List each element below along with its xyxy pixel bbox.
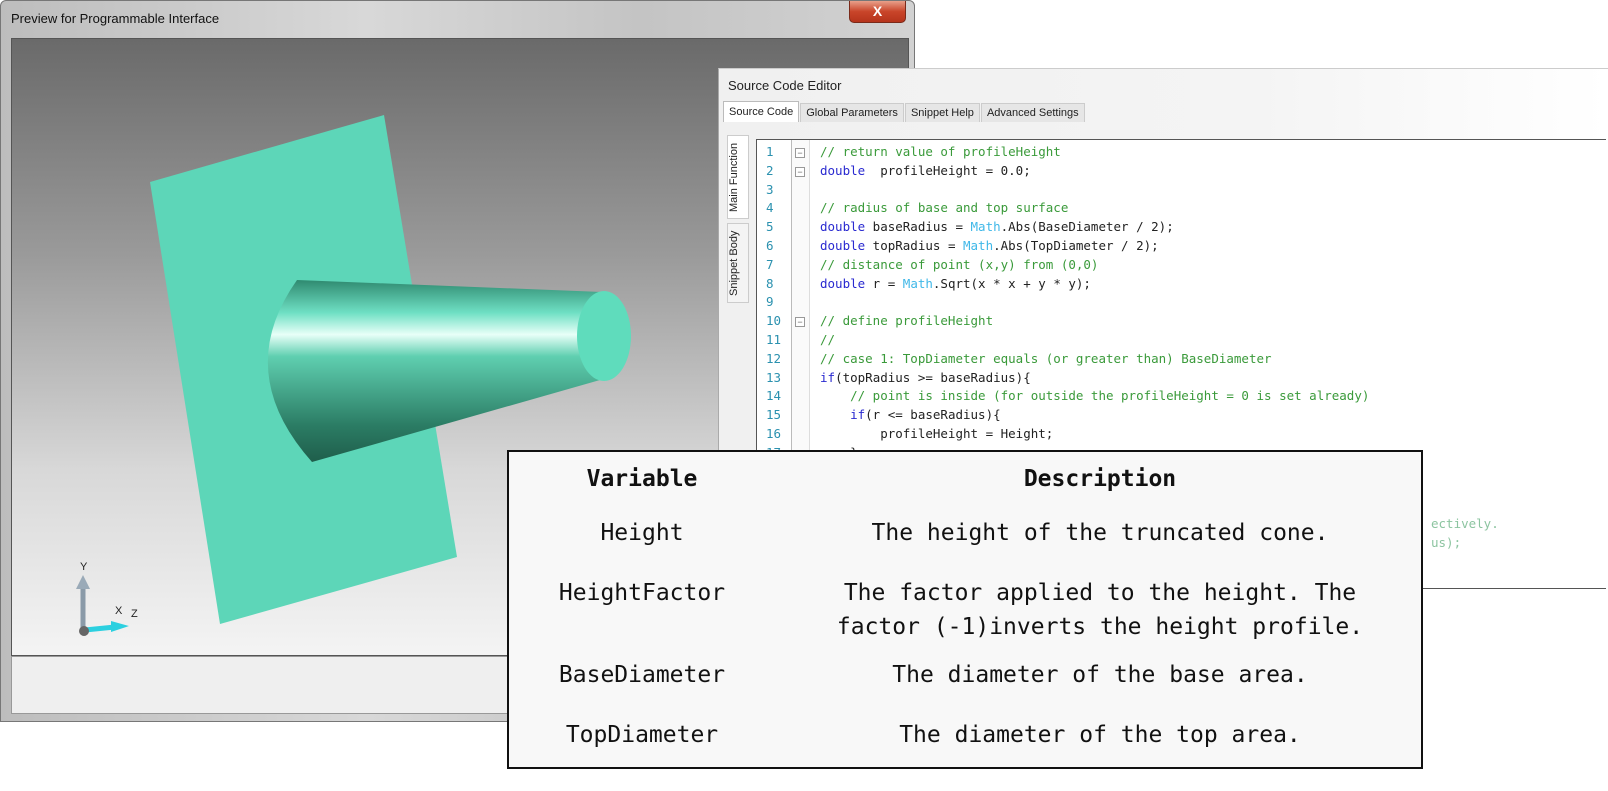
tab-advanced-settings[interactable]: Advanced Settings	[980, 103, 1085, 122]
code-line: if(r <= baseRadius){	[820, 407, 1001, 422]
code-token: .Sqrt(x * x + y * y);	[932, 275, 1091, 291]
description-line: The height of the truncated cone.	[871, 520, 1329, 546]
code-token: double	[820, 162, 866, 178]
code-line: // distance of point (x,y) from (0,0)	[820, 257, 1098, 272]
code-token: profileHeight = 0.0;	[865, 162, 1031, 178]
code-token: if	[820, 369, 836, 385]
line-number: 13	[766, 369, 782, 385]
code-token: //	[820, 332, 836, 347]
line-number: 1	[766, 144, 774, 159]
line-number: 2	[766, 162, 774, 178]
axis-indicator: Y X Z	[67, 557, 157, 642]
description-line: The diameter of the base area.	[892, 662, 1308, 688]
axis-x-label: X	[115, 605, 123, 617]
line-number: 7	[766, 256, 774, 272]
variable-name: BaseDiameter	[558, 662, 726, 688]
code-token: double	[820, 219, 866, 235]
code-line: // radius of base and top surface	[820, 200, 1068, 215]
line-number: 11	[766, 332, 782, 347]
code-fragment: us);	[1431, 535, 1462, 550]
description-line: The diameter of the top area.	[899, 722, 1301, 748]
code-token: double	[820, 275, 866, 291]
line-number: 14	[766, 388, 782, 404]
axis-z-label: Z	[131, 608, 138, 620]
code-token: baseRadius =	[865, 219, 971, 235]
code-token: r =	[865, 275, 903, 291]
variable-name: Height	[600, 520, 684, 546]
editor-tabs: Source Code Global Parameters Snippet He…	[723, 101, 1086, 122]
line-number: 10	[766, 313, 782, 329]
tab-global-parameters[interactable]: Global Parameters	[800, 103, 904, 122]
variable-description: The factor applied to the height. The fac…	[775, 576, 1425, 644]
code-token: double	[820, 238, 866, 253]
code-fragment: ectively.	[1431, 516, 1499, 531]
code-token: // radius of base and top surface	[820, 200, 1069, 216]
code-token: (topRadius >= baseRadius){	[835, 369, 1031, 385]
code-token: // define profileHeight	[820, 313, 994, 329]
fold-toggle-icon[interactable]: −	[795, 317, 805, 328]
side-tab-snippet-body[interactable]: Snippet Body	[727, 223, 749, 303]
fold-toggle-icon[interactable]: −	[795, 166, 805, 177]
cone-top-cap	[577, 291, 631, 381]
code-token: Math	[963, 238, 994, 253]
line-number: 6	[766, 238, 774, 253]
editor-title: Source Code Editor	[728, 78, 842, 93]
code-token: // point is inside (for outside the prof…	[820, 388, 1370, 404]
description-line: The factor applied to the height. The	[843, 580, 1357, 606]
variable-description: The diameter of the top area.	[775, 718, 1425, 752]
line-number: 4	[766, 200, 774, 216]
variable-description: The diameter of the base area.	[775, 658, 1425, 692]
code-line: double r = Math.Sqrt(x * x + y * y);	[820, 276, 1091, 291]
variable-description: The height of the truncated cone.	[775, 516, 1425, 550]
line-number: 16	[766, 426, 782, 441]
code-token: Math	[902, 275, 933, 291]
code-token: // return value of profileHeight	[820, 144, 1061, 159]
code-line: if(topRadius >= baseRadius){	[820, 370, 1031, 385]
code-token: // distance of point (x,y) from (0,0)	[820, 256, 1099, 272]
line-number: 5	[766, 219, 774, 235]
code-token: profileHeight = Height;	[820, 426, 1054, 441]
code-token: // case 1: TopDiameter equals (or greate…	[820, 350, 1272, 366]
line-number: 12	[766, 350, 782, 366]
code-token: .Abs(TopDiameter / 2);	[993, 238, 1159, 253]
code-line: profileHeight = Height;	[820, 426, 1053, 441]
variable-name: HeightFactor	[558, 580, 726, 606]
code-token: if	[820, 407, 866, 423]
fold-toggle-icon[interactable]: −	[795, 148, 805, 158]
code-line: // point is inside (for outside the prof…	[820, 388, 1369, 403]
code-token: .Abs(BaseDiameter / 2);	[1000, 219, 1174, 235]
code-line: double topRadius = Math.Abs(TopDiameter …	[820, 238, 1159, 253]
code-line: //	[820, 332, 835, 347]
code-token: topRadius =	[865, 238, 963, 253]
code-token: Math	[970, 219, 1001, 235]
line-number: 3	[766, 181, 774, 197]
code-token: (r <= baseRadius){	[865, 407, 1001, 423]
code-line: // case 1: TopDiameter equals (or greate…	[820, 351, 1272, 366]
header-description: Description	[1023, 466, 1177, 492]
code-line: double baseRadius = Math.Abs(BaseDiamete…	[820, 219, 1174, 234]
code-line: double profileHeight = 0.0;	[820, 163, 1031, 178]
line-number: 8	[766, 275, 774, 291]
header-variable: Variable	[586, 466, 698, 492]
tab-snippet-help[interactable]: Snippet Help	[904, 103, 980, 122]
side-tab-main-function[interactable]: Main Function	[727, 135, 749, 219]
variable-name: TopDiameter	[565, 722, 719, 748]
code-line: // return value of profileHeight	[820, 144, 1061, 159]
line-number: 9	[766, 294, 774, 310]
axis-y-label: Y	[80, 561, 88, 573]
tab-source-code[interactable]: Source Code	[723, 101, 800, 122]
line-number: 15	[766, 407, 782, 423]
description-line: factor (-1)inverts the height profile.	[836, 614, 1364, 640]
variable-table: Variable Description Height The height of…	[507, 450, 1423, 769]
code-line: // define profileHeight	[820, 313, 993, 328]
